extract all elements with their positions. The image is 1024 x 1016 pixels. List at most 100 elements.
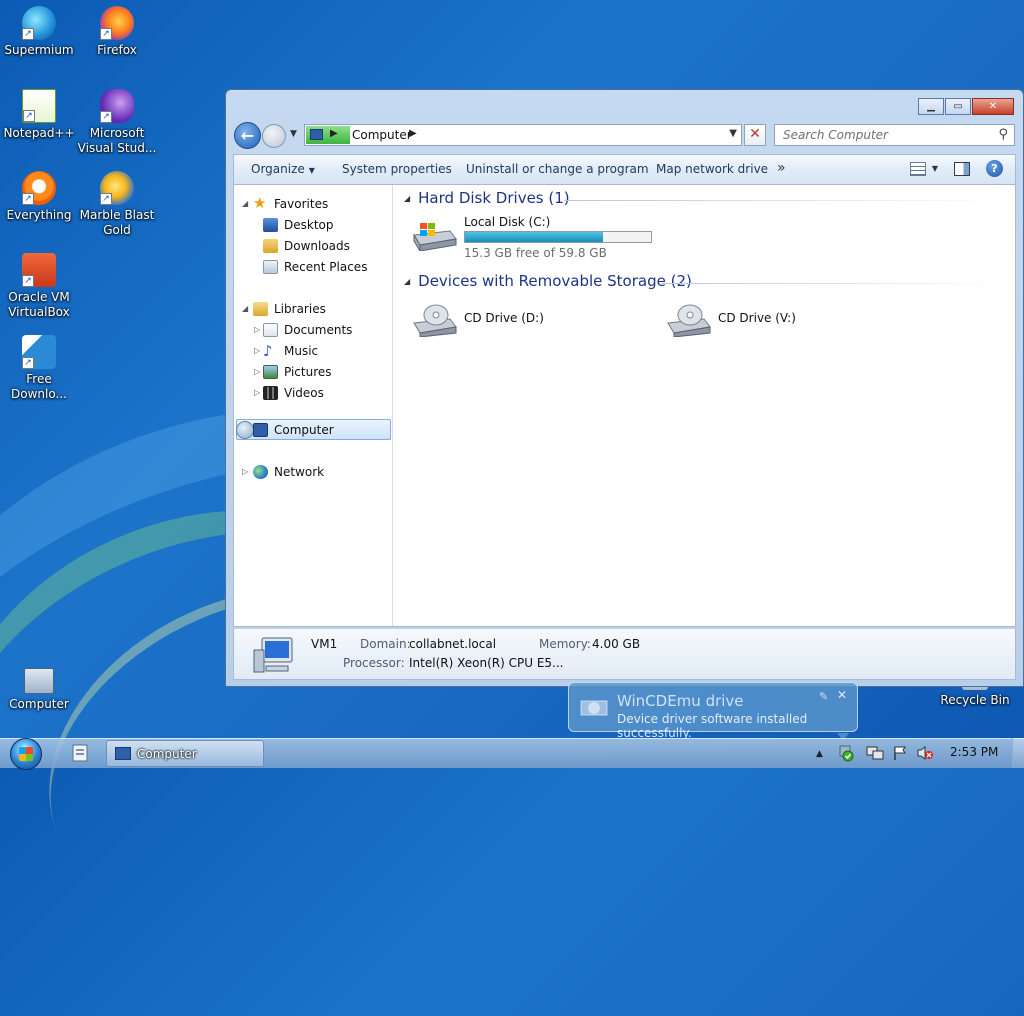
nav-expand-circle-icon[interactable] — [236, 421, 254, 439]
drive-cd-v[interactable]: CD Drive (V:) — [666, 303, 896, 347]
uninstall-program-button[interactable]: Uninstall or change a program — [466, 162, 649, 176]
back-button[interactable]: ← — [234, 122, 261, 149]
network-tray-icon[interactable] — [866, 745, 884, 761]
taskbar-task-label: Computer — [137, 747, 197, 761]
show-hidden-icons-button[interactable]: ▲ — [816, 749, 823, 759]
star-icon: ★ — [253, 194, 267, 212]
expand-triangle-icon[interactable]: ◢ — [242, 299, 248, 319]
nav-item-pictures[interactable]: ▷ Pictures — [254, 362, 332, 382]
nav-item-recent-places[interactable]: Recent Places — [263, 257, 367, 277]
safely-remove-hardware-icon[interactable] — [838, 744, 854, 762]
content-area: ◢ ★ Favorites Desktop Downloads Recent P… — [233, 184, 1016, 627]
expand-triangle-icon[interactable]: ▷ — [254, 341, 260, 361]
marble-blast-icon: ↗ — [100, 171, 134, 205]
computer-icon — [253, 423, 268, 437]
desktop-icon-free-download[interactable]: ↗ Free Downlo... — [0, 335, 81, 402]
desktop-icon-visual-studio[interactable]: ↗ Microsoft Visual Stud... — [75, 89, 159, 156]
pictures-icon — [263, 365, 278, 379]
taskbar-task-computer[interactable]: Computer — [106, 740, 264, 767]
windows-logo-icon — [19, 747, 33, 761]
desktop-icon-everything[interactable]: ↗ Everything — [0, 171, 81, 223]
nav-label: Pictures — [284, 365, 332, 379]
firefox-icon: ↗ — [100, 6, 134, 40]
address-root-icon[interactable]: ▶ — [306, 126, 350, 144]
notification-balloon[interactable]: WinCDEmu drive Device driver software in… — [568, 682, 858, 741]
search-input[interactable] — [781, 126, 991, 144]
desktop-icon-marble-blast[interactable]: ↗ Marble Blast Gold — [75, 171, 159, 238]
organize-button[interactable]: Organize ▼ — [251, 162, 315, 176]
computer-icon — [253, 637, 293, 673]
change-view-icon[interactable] — [909, 161, 926, 176]
expand-triangle-icon[interactable]: ▷ — [254, 383, 260, 403]
nav-item-libraries[interactable]: ◢ Libraries — [242, 299, 326, 319]
memory-label: Memory: — [539, 637, 591, 651]
desktop-icon-label: Firefox — [97, 43, 137, 57]
command-bar: Organize ▼ System properties Uninstall or… — [233, 154, 1016, 184]
expand-triangle-icon[interactable]: ▷ — [254, 362, 260, 382]
more-commands-button[interactable]: » — [777, 160, 786, 176]
drive-usage-bar — [464, 231, 652, 243]
address-bar[interactable]: ▶ Computer ▶ ▼ — [304, 124, 742, 146]
close-button[interactable]: ✕ — [972, 98, 1014, 115]
cd-drive-icon — [413, 304, 457, 337]
view-dropdown-icon[interactable]: ▼ — [932, 164, 938, 173]
desktop-icon-notepadpp[interactable]: ↗ Notepad++ — [0, 89, 81, 141]
breadcrumb-computer[interactable]: Computer — [352, 128, 412, 142]
nav-item-downloads[interactable]: Downloads — [263, 236, 350, 256]
drive-cd-d[interactable]: CD Drive (D:) — [412, 303, 642, 347]
download-manager-icon: ↗ — [22, 335, 56, 369]
map-network-drive-button[interactable]: Map network drive — [656, 162, 768, 176]
taskbar-pinned-app[interactable] — [70, 741, 92, 765]
taskbar-clock[interactable]: 2:53 PM — [950, 745, 998, 759]
drive-usage-fill — [465, 232, 604, 242]
computer-icon — [24, 668, 54, 694]
show-desktop-button[interactable] — [1012, 738, 1024, 768]
desktop-icon-firefox[interactable]: ↗ Firefox — [75, 6, 159, 58]
maximize-button[interactable]: ▭ — [945, 98, 971, 115]
expand-triangle-icon[interactable]: ◢ — [242, 194, 248, 214]
expand-triangle-icon[interactable]: ▷ — [254, 320, 260, 340]
organize-label: Organize — [251, 162, 305, 176]
breadcrumb-chevron-icon[interactable]: ▶ — [409, 128, 417, 139]
forward-button[interactable] — [262, 124, 286, 148]
nav-item-computer[interactable]: Computer — [236, 420, 334, 440]
libraries-icon — [253, 302, 268, 316]
desktop-icon-supermium[interactable]: ↗ Supermium — [0, 6, 81, 58]
start-button[interactable] — [6, 738, 46, 770]
nav-item-documents[interactable]: ▷ Documents — [254, 320, 352, 340]
desktop-icon-computer[interactable]: Computer — [0, 664, 81, 712]
group-header-removable[interactable]: ◢ Devices with Removable Storage (2) — [404, 272, 692, 290]
minimize-button[interactable]: ▁ — [918, 98, 944, 115]
stop-refresh-button[interactable]: ✕ — [744, 124, 766, 146]
drive-local-disk-c[interactable]: Local Disk (C:) 15.3 GB free of 59.8 GB — [412, 215, 672, 265]
nav-item-desktop[interactable]: Desktop — [263, 215, 334, 235]
action-center-flag-icon[interactable] — [892, 745, 908, 761]
help-icon[interactable]: ? — [986, 160, 1003, 177]
group-divider — [564, 200, 1007, 201]
recent-pages-dropdown[interactable]: ▼ — [290, 129, 297, 139]
address-dropdown-icon[interactable]: ▼ — [729, 128, 737, 139]
volume-muted-icon[interactable] — [916, 745, 934, 761]
desktop-icon-label: Everything — [6, 208, 72, 222]
nav-item-videos[interactable]: ▷ Videos — [254, 383, 324, 403]
expand-triangle-icon[interactable]: ▷ — [242, 462, 248, 482]
search-box[interactable]: ⚲ — [774, 124, 1015, 146]
preview-pane-icon[interactable] — [954, 161, 970, 176]
search-icon[interactable]: ⚲ — [998, 127, 1008, 142]
desktop-icon-label: Oracle VM VirtualBox — [8, 290, 70, 319]
collapse-triangle-icon[interactable]: ◢ — [404, 194, 410, 203]
nav-item-network[interactable]: ▷ Network — [242, 462, 324, 482]
notification-close-button[interactable]: ✕ — [837, 688, 847, 702]
nav-item-music[interactable]: ▷ ♪ Music — [254, 341, 318, 361]
explorer-window[interactable]: ▁ ▭ ✕ ← ▼ ▶ Computer ▶ ▼ ✕ ⚲ Organize▼ S… — [225, 89, 1024, 687]
collapse-triangle-icon[interactable]: ◢ — [404, 277, 410, 286]
notepadpp-icon: ↗ — [22, 89, 56, 123]
desktop-icon-label: Notepad++ — [3, 126, 75, 140]
pin-icon[interactable]: ✎ — [819, 690, 828, 703]
group-header-hard-disks[interactable]: ◢ Hard Disk Drives (1) — [404, 189, 570, 207]
visual-studio-icon: ↗ — [100, 89, 134, 123]
downloads-folder-icon — [263, 239, 278, 253]
nav-item-favorites[interactable]: ◢ ★ Favorites — [242, 194, 328, 214]
system-properties-button[interactable]: System properties — [342, 162, 452, 176]
desktop-icon-virtualbox[interactable]: ↗ Oracle VM VirtualBox — [0, 253, 81, 320]
